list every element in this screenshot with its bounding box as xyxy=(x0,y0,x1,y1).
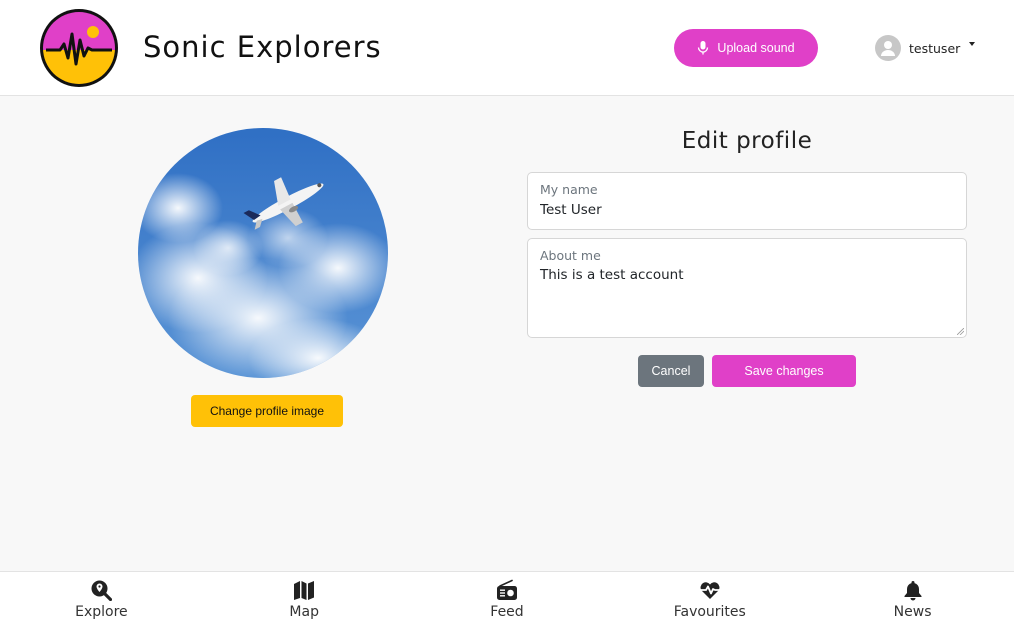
nav-item-explore[interactable]: Explore xyxy=(0,572,203,630)
about-field[interactable]: About me This is a test account xyxy=(527,238,967,338)
nav-label-map: Map xyxy=(289,604,319,620)
bell-icon xyxy=(904,581,922,601)
nav-item-favourites[interactable]: Favourites xyxy=(608,572,811,630)
caret-down-icon xyxy=(969,42,976,46)
map-icon xyxy=(294,581,315,600)
nav-item-feed[interactable]: Feed xyxy=(406,572,609,630)
upload-sound-button[interactable]: Upload sound xyxy=(674,29,818,67)
bottom-navigation: Explore Map Feed Favourites News xyxy=(0,571,1014,630)
heartbeat-icon xyxy=(699,582,720,599)
brand-title[interactable]: Sonic Explorers xyxy=(143,30,382,64)
nav-label-favourites: Favourites xyxy=(673,604,746,620)
nav-label-news: News xyxy=(893,604,932,620)
radio-icon xyxy=(496,579,517,600)
about-field-label: About me xyxy=(540,248,601,263)
upload-sound-label: Upload sound xyxy=(717,41,795,55)
microphone-icon xyxy=(698,41,709,55)
nav-item-map[interactable]: Map xyxy=(203,572,406,630)
top-navbar: Sonic Explorers Upload sound testuser xyxy=(0,0,1014,96)
nav-label-feed: Feed xyxy=(490,604,524,620)
resize-handle-icon[interactable] xyxy=(957,328,964,335)
cancel-button[interactable]: Cancel xyxy=(638,355,704,387)
user-menu-dropdown[interactable]: testuser xyxy=(875,35,976,61)
avatar xyxy=(875,35,901,61)
page-title: Edit profile xyxy=(681,128,813,154)
name-field[interactable]: My name xyxy=(527,172,967,230)
logo-icon[interactable] xyxy=(38,8,120,88)
nav-label-explore: Explore xyxy=(75,604,128,620)
name-input[interactable] xyxy=(540,202,950,218)
about-textarea[interactable]: This is a test account xyxy=(540,267,950,283)
search-location-icon xyxy=(91,580,113,601)
user-icon xyxy=(881,41,895,56)
name-field-label: My name xyxy=(540,182,598,197)
profile-image xyxy=(138,128,388,378)
nav-item-news[interactable]: News xyxy=(811,572,1014,630)
save-changes-button[interactable]: Save changes xyxy=(712,355,856,387)
change-profile-image-button[interactable]: Change profile image xyxy=(191,395,343,427)
username-label: testuser xyxy=(909,40,961,56)
